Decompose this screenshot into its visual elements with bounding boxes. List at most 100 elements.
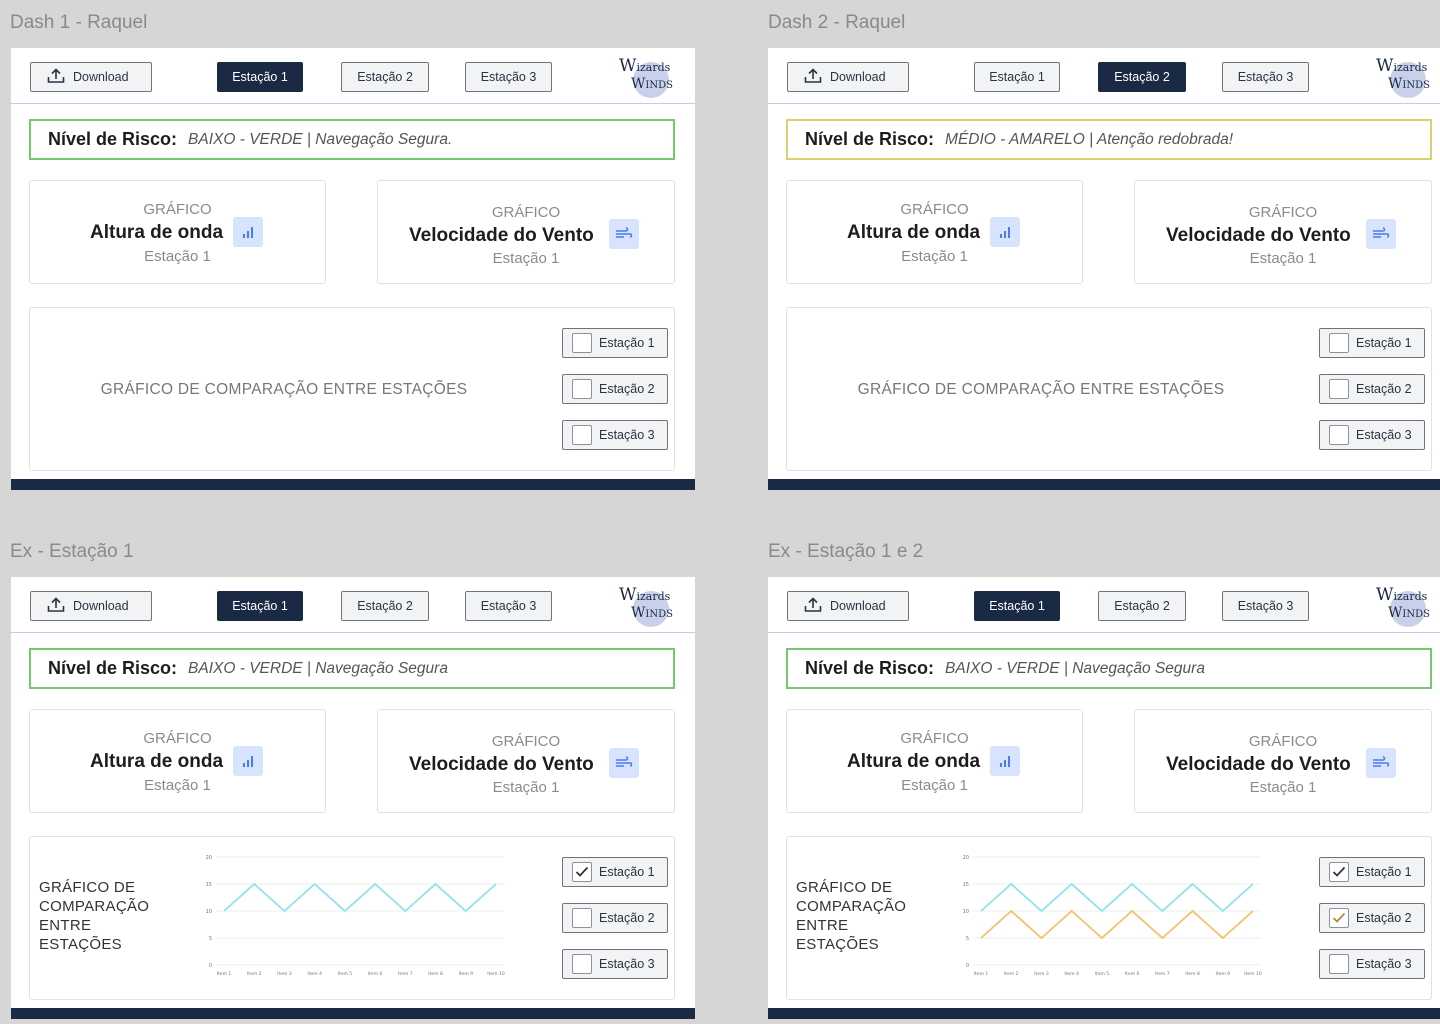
- checkbox-label: Estação 3: [1356, 428, 1412, 442]
- station-tab-2[interactable]: Estação 2: [1098, 62, 1186, 92]
- station-checkbox-1[interactable]: Estação 1: [1319, 857, 1425, 887]
- station-checkbox-2[interactable]: Estação 2: [1319, 903, 1425, 933]
- upload-icon: [804, 596, 830, 616]
- wave-height-chart-card[interactable]: GRÁFICO Altura de onda Estação 1: [786, 180, 1083, 284]
- wind-speed-chart-card[interactable]: GRÁFICO Velocidade do Vento Estação 1: [377, 709, 675, 813]
- upload-icon: [47, 596, 73, 616]
- card-title: Altura de onda: [847, 222, 981, 243]
- card-caption: GRÁFICO: [143, 201, 212, 218]
- x-tick-label: Item 2: [1004, 971, 1019, 977]
- station-checkbox-2[interactable]: Estação 2: [562, 374, 668, 404]
- card-subtitle: Estação 1: [901, 777, 968, 794]
- station-tab-2[interactable]: Estação 2: [341, 591, 429, 621]
- empty-box-icon[interactable]: [1329, 333, 1349, 353]
- logo-text-bottom: WINDS: [631, 605, 673, 621]
- station-tab-1[interactable]: Estação 1: [217, 62, 303, 92]
- wave-height-chart-card[interactable]: GRÁFICO Altura de onda Estação 1: [29, 709, 326, 813]
- empty-box-icon[interactable]: [1329, 954, 1349, 974]
- station-checkbox-3[interactable]: Estação 3: [562, 420, 668, 450]
- footer-bar: [11, 1008, 695, 1019]
- station-tab-1[interactable]: Estação 1: [974, 62, 1060, 92]
- station-tab-3[interactable]: Estação 3: [1222, 62, 1309, 92]
- card-title: Altura de onda: [847, 751, 981, 772]
- comparison-title-line: GRÁFICO DE: [796, 879, 893, 896]
- empty-box-icon[interactable]: [572, 954, 592, 974]
- frame-label: Ex - Estação 1 e 2: [768, 541, 924, 562]
- station-checkbox-3[interactable]: Estação 3: [562, 949, 668, 979]
- station-checkbox-1[interactable]: Estação 1: [1319, 328, 1425, 358]
- y-tick-label: 0: [209, 963, 212, 969]
- empty-box-icon[interactable]: [572, 379, 592, 399]
- station-checkbox-3[interactable]: Estação 3: [1319, 420, 1425, 450]
- checkbox-label: Estação 1: [1356, 865, 1412, 879]
- station-tab-2[interactable]: Estação 2: [1098, 591, 1186, 621]
- y-tick-label: 20: [963, 855, 969, 861]
- station-checkbox-1[interactable]: Estação 1: [562, 328, 668, 358]
- x-tick-label: Item 7: [398, 971, 413, 977]
- logo-text-top: Wizards: [1376, 585, 1428, 605]
- risk-level-banner: Nível de Risco: BAIXO - VERDE | Navegação…: [29, 648, 675, 689]
- comparison-title-line: ESTAÇÕES: [39, 936, 122, 953]
- wizards-winds-logo: Wizards WINDS: [615, 54, 673, 98]
- y-tick-label: 20: [206, 855, 212, 861]
- y-tick-label: 10: [963, 909, 969, 915]
- x-tick-label: Item 8: [428, 971, 443, 977]
- empty-box-icon[interactable]: [572, 908, 592, 928]
- series-line-2: [980, 909, 1254, 940]
- station-tab-3[interactable]: Estação 3: [465, 62, 552, 92]
- card-subtitle: Estação 1: [901, 248, 968, 265]
- wave-height-chart-card[interactable]: GRÁFICO Altura de onda Estação 1: [29, 180, 326, 284]
- empty-box-icon[interactable]: [1329, 425, 1349, 445]
- empty-box-icon[interactable]: [572, 425, 592, 445]
- station-checkbox-2[interactable]: Estação 2: [1319, 374, 1425, 404]
- x-tick-label: Item 3: [277, 971, 292, 977]
- checked-box-icon[interactable]: [572, 862, 592, 882]
- x-tick-label: Item 9: [1216, 971, 1231, 977]
- empty-box-icon[interactable]: [1329, 379, 1349, 399]
- dashboard-frame: Download Estação 1 Estação 2 Estação 3 Wizar…: [11, 577, 695, 1019]
- station-checkbox-1[interactable]: Estação 1: [562, 857, 668, 887]
- wind-speed-chart-card[interactable]: GRÁFICO Velocidade do Vento Estação 1: [377, 180, 675, 284]
- comparison-title: GRÁFICO DE COMPARAÇÃO ENTRE ESTAÇÕES: [100, 381, 468, 398]
- download-button[interactable]: Download: [787, 62, 909, 92]
- risk-level-value: BAIXO - VERDE | Navegação Segura: [188, 659, 448, 677]
- download-button[interactable]: Download: [787, 591, 909, 621]
- wave-height-chart-card[interactable]: GRÁFICO Altura de onda Estação 1: [786, 709, 1083, 813]
- checked-box-icon[interactable]: [1329, 862, 1349, 882]
- comparison-title-line: ESTAÇÕES: [796, 936, 879, 953]
- station-comparison-panel: GRÁFICO DE COMPARAÇÃO ENTRE ESTAÇÕES Esta…: [29, 307, 675, 471]
- wind-speed-chart-card[interactable]: GRÁFICO Velocidade do Vento Estação 1: [1134, 709, 1432, 813]
- series-line-1: [223, 882, 497, 913]
- card-subtitle: Estação 1: [492, 250, 560, 267]
- wizards-winds-logo: Wizards WINDS: [1372, 54, 1430, 98]
- card-caption: GRÁFICO: [900, 730, 969, 747]
- dashboard-frame: Download Estação 1 Estação 2 Estação 3 Wizar…: [768, 577, 1440, 1019]
- station-tab-1[interactable]: Estação 1: [974, 591, 1060, 621]
- card-title: Altura de onda: [90, 751, 224, 772]
- top-navbar: Download Estação 1 Estação 2 Estação 3 Wizar…: [768, 48, 1440, 104]
- wind-speed-chart-card[interactable]: GRÁFICO Velocidade do Vento Estação 1: [1134, 180, 1432, 284]
- wind-icon: [1366, 219, 1396, 249]
- dashboard-frame: Download Estação 1 Estação 2 Estação 3 Wizar…: [768, 48, 1440, 490]
- y-tick-label: 0: [966, 963, 969, 969]
- comparison-line-chart: 0 5 10 15 20 Item 1 Item 2 Item 3 Item 4 Item 5 It…: [963, 855, 1262, 977]
- empty-box-icon[interactable]: [572, 333, 592, 353]
- download-button[interactable]: Download: [30, 62, 152, 92]
- footer-bar: [768, 479, 1440, 490]
- logo-text-bottom: WINDS: [1388, 605, 1430, 621]
- y-tick-label: 5: [209, 936, 212, 942]
- comparison-title-line: GRÁFICO DE: [39, 879, 136, 896]
- x-tick-label: Item 1: [974, 971, 989, 977]
- frame-label: Dash 1 - Raquel: [10, 12, 148, 33]
- station-tab-3[interactable]: Estação 3: [1222, 591, 1309, 621]
- checked-box-icon[interactable]: [1329, 908, 1349, 928]
- station-checkbox-3[interactable]: Estação 3: [1319, 949, 1425, 979]
- risk-level-label: Nível de Risco:: [805, 129, 935, 149]
- download-button[interactable]: Download: [30, 591, 152, 621]
- station-tab-3[interactable]: Estação 3: [465, 591, 552, 621]
- station-tab-1[interactable]: Estação 1: [217, 591, 303, 621]
- station-tab-2[interactable]: Estação 2: [341, 62, 429, 92]
- x-tick-label: Item 10: [1244, 971, 1262, 977]
- station-checkbox-2[interactable]: Estação 2: [562, 903, 668, 933]
- risk-level-banner: Nível de Risco: BAIXO - VERDE | Navegação…: [29, 119, 675, 160]
